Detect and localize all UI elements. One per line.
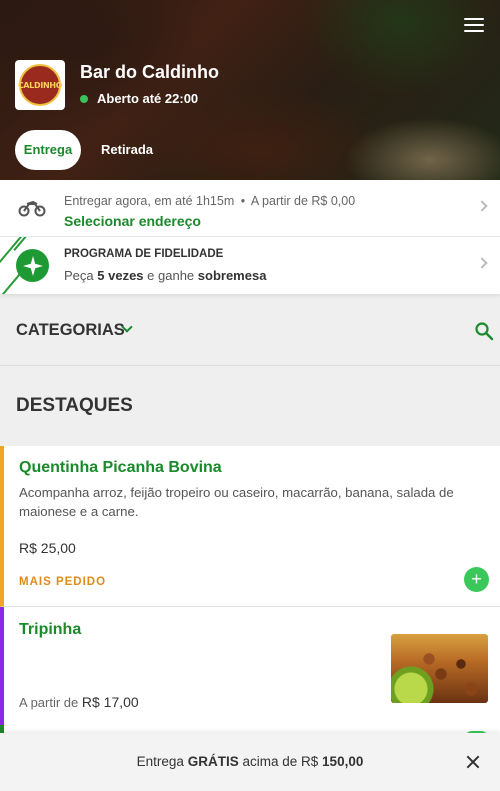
categories-bar: CATEGORIAS <box>0 296 500 366</box>
product-price: A partir de R$ 17,00 <box>19 694 139 710</box>
hamburger-menu-icon[interactable] <box>464 18 484 34</box>
banner-highlight: GRÁTIS <box>187 754 239 769</box>
banner-prefix: Entrega <box>136 754 184 769</box>
add-to-cart-button[interactable]: + <box>464 567 489 592</box>
store-logo-text: CALDINHO <box>18 64 63 106</box>
loyalty-text-prefix: Peça <box>64 268 94 283</box>
loyalty-program-row[interactable]: PROGRAMA DE FIDELIDADE Peça 5 vezes e ga… <box>0 237 500 294</box>
select-address-link[interactable]: Selecionar endereço <box>64 213 201 229</box>
motorcycle-icon <box>18 198 46 223</box>
product-card[interactable]: Tripinha A partir de R$ 17,00 <box>0 607 500 725</box>
search-icon[interactable] <box>474 321 494 346</box>
store-status-text: Aberto até 22:00 <box>97 91 199 106</box>
categories-dropdown[interactable]: CATEGORIAS <box>16 321 125 340</box>
store-status: Aberto até 22:00 <box>80 91 198 106</box>
chevron-right-icon <box>476 200 488 212</box>
delivery-info: Entregar agora, em até 1h15m • A partir … <box>64 194 355 208</box>
store-logo: CALDINHO <box>15 60 65 110</box>
close-icon[interactable] <box>466 755 480 769</box>
product-description: Acompanha arroz, feijão tropeiro ou case… <box>19 485 454 519</box>
product-card[interactable]: Quentinha Picanha Bovina Acompanha arroz… <box>0 446 500 607</box>
info-panel: Entregar agora, em até 1h15m • A partir … <box>0 180 500 294</box>
product-name: Quentinha Picanha Bovina <box>19 459 222 476</box>
loyalty-title: PROGRAMA DE FIDELIDADE <box>64 248 224 260</box>
price-prefix: A partir de <box>19 695 79 710</box>
delivery-address-row[interactable]: Entregar agora, em até 1h15m • A partir … <box>0 180 500 237</box>
star-badge-icon <box>16 249 49 282</box>
banner-amount: 150,00 <box>322 754 364 769</box>
price-value: R$ 17,00 <box>81 694 139 710</box>
loyalty-description: Peça 5 vezes e ganhe sobremesa <box>64 268 266 283</box>
banner-middle: acima de R$ <box>242 754 319 769</box>
open-status-dot <box>80 94 88 103</box>
loyalty-text-middle: e ganhe <box>147 268 195 283</box>
tab-pickup[interactable]: Retirada <box>101 130 153 170</box>
product-price: R$ 25,00 <box>19 540 76 556</box>
store-header: CALDINHO Bar do Caldinho Aberto até 22:0… <box>0 0 500 180</box>
loyalty-times: 5 vezes <box>97 268 144 283</box>
chevron-right-icon <box>476 257 488 269</box>
section-title: DESTAQUES <box>16 395 133 416</box>
store-name: Bar do Caldinho <box>80 62 219 82</box>
product-name: Tripinha <box>19 621 82 638</box>
delivery-eta: Entregar agora, em até 1h15m <box>64 194 235 208</box>
free-delivery-banner: Entrega GRÁTIS acima de R$ 150,00 <box>0 733 500 791</box>
free-delivery-text: Entrega GRÁTIS acima de R$ 150,00 <box>0 754 500 769</box>
delivery-min-order: A partir de R$ 0,00 <box>250 194 356 208</box>
delivery-separator: • <box>240 194 246 208</box>
product-image <box>391 634 488 703</box>
tab-delivery[interactable]: Entrega <box>15 130 81 170</box>
product-tag: MAIS PEDIDO <box>19 576 107 588</box>
loyalty-reward: sobremesa <box>197 268 267 283</box>
